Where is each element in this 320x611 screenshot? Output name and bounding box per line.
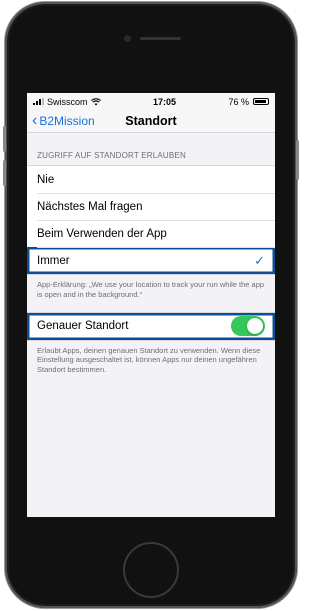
signal-icon — [33, 98, 44, 105]
back-button-label: B2Mission — [39, 114, 95, 128]
navigation-bar: ‹ B2Mission Standort — [27, 110, 275, 133]
option-label: Immer — [37, 254, 70, 267]
access-options-list: Nie Nächstes Mal fragen Beim Verwenden d… — [27, 165, 275, 275]
battery-icon — [253, 98, 269, 105]
toggle-knob — [247, 318, 263, 334]
chevron-left-icon: ‹ — [32, 112, 38, 129]
battery-percent: 76 % — [228, 96, 249, 107]
speaker-grille — [140, 37, 181, 40]
carrier-label: Swisscom — [47, 96, 88, 107]
checkmark-icon: ✓ — [254, 252, 265, 268]
option-label: Nächstes Mal fragen — [37, 200, 143, 213]
app-explanation: App-Erklärung: „We use your location to … — [37, 280, 265, 299]
settings-screen: Swisscom 17:05 76 % ‹ B2Mission Standort… — [27, 93, 275, 517]
status-time: 17:05 — [152, 96, 177, 107]
precise-location-toggle[interactable] — [231, 316, 265, 336]
precise-location-label: Genauer Standort — [37, 320, 129, 332]
status-bar: Swisscom 17:05 76 % — [27, 93, 275, 110]
option-never[interactable]: Nie — [27, 166, 275, 193]
volume-up-button — [3, 126, 6, 152]
camera-icon — [124, 35, 131, 42]
power-button — [296, 140, 299, 180]
section-header-access: ZUGRIFF AUF STANDORT ERLAUBEN — [37, 151, 186, 160]
volume-down-button — [3, 160, 6, 186]
wifi-icon — [90, 97, 101, 105]
precise-location-row: Genauer Standort — [27, 313, 275, 340]
option-ask-next-time[interactable]: Nächstes Mal fragen — [27, 193, 275, 220]
option-always[interactable]: Immer ✓ — [27, 247, 275, 274]
precise-location-description: Erlaubt Apps, deinen genauen Standort zu… — [37, 345, 261, 375]
option-label: Nie — [37, 173, 55, 186]
option-label: Beim Verwenden der App — [37, 227, 167, 240]
home-button[interactable] — [123, 542, 179, 598]
precise-location-group: Genauer Standort — [27, 311, 275, 341]
option-while-using[interactable]: Beim Verwenden der App — [27, 220, 275, 247]
back-button[interactable]: ‹ B2Mission — [27, 113, 95, 129]
